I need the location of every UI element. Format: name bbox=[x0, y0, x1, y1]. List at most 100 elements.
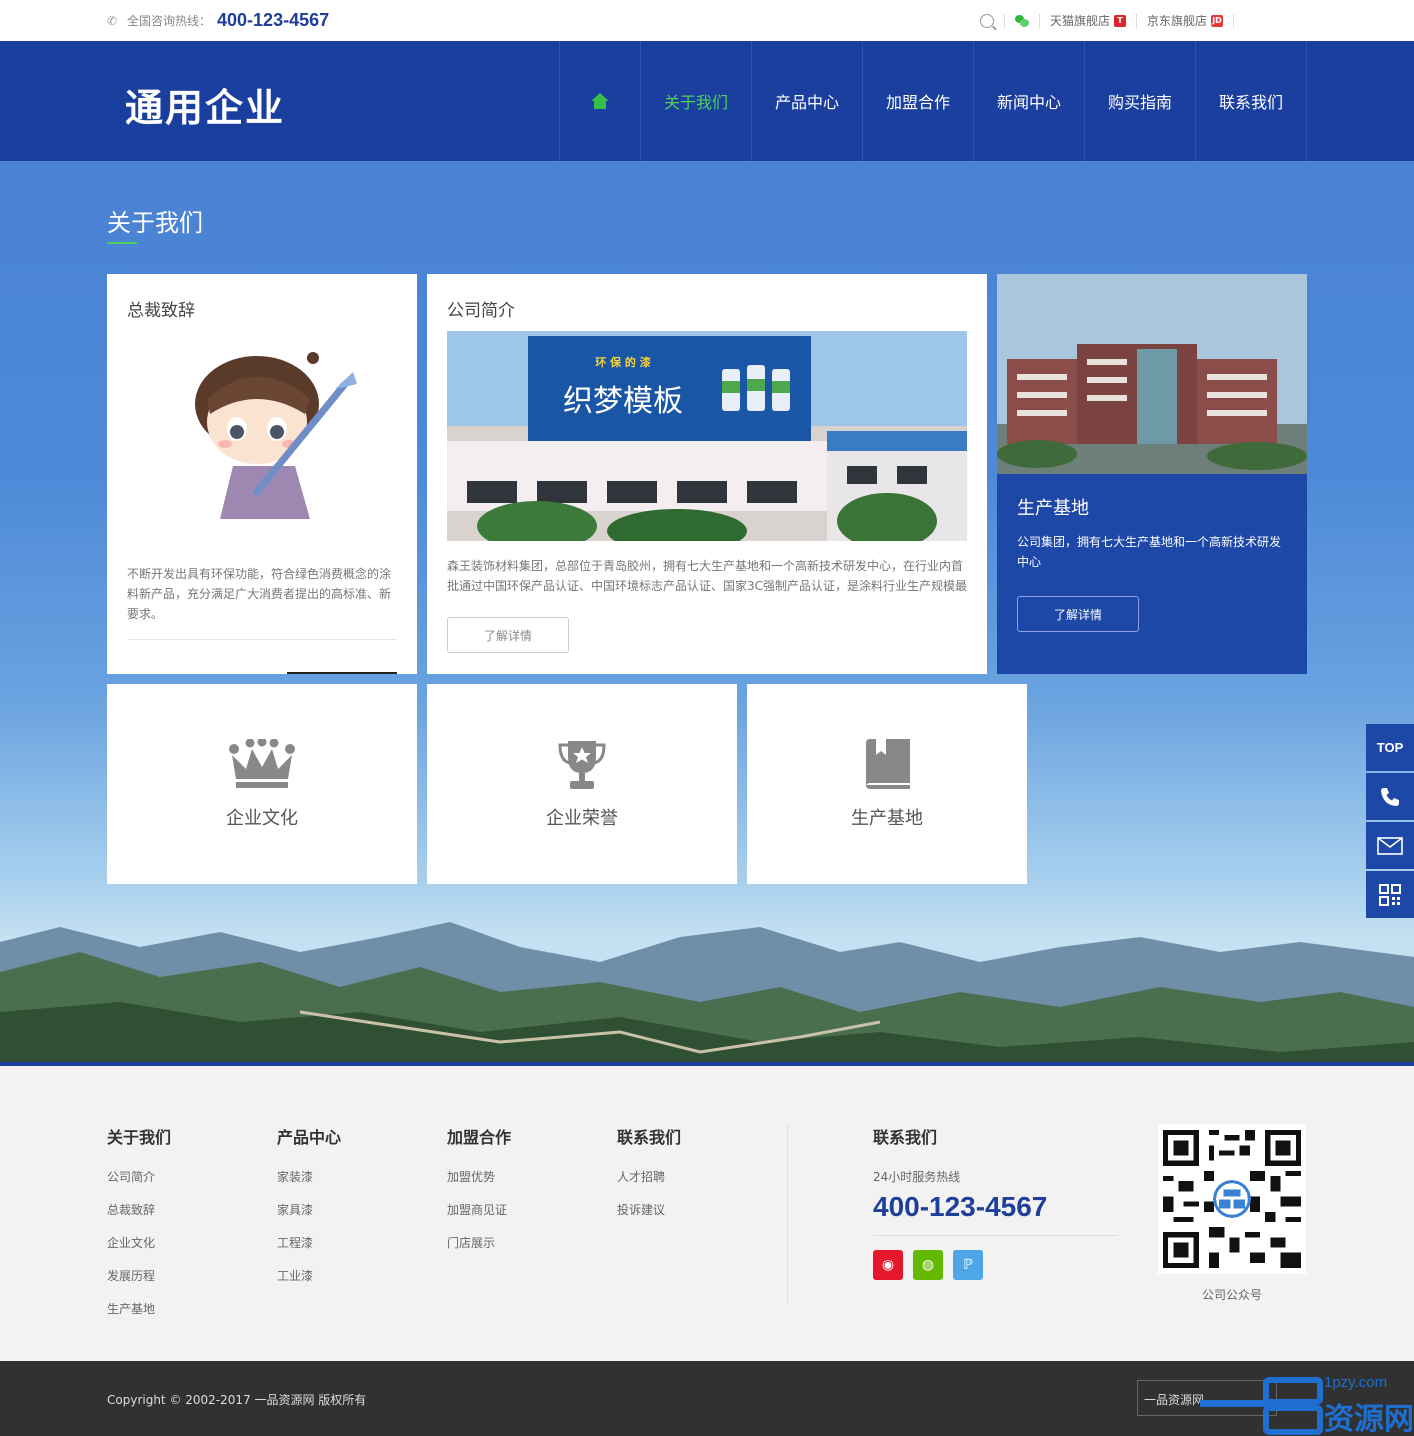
footer-col-products: 产品中心 家装漆 家具漆 工程漆 工业漆 bbox=[277, 1124, 341, 1300]
tmall-icon: T bbox=[1113, 14, 1126, 27]
base-icon-label: 生产基地 bbox=[851, 808, 923, 829]
weibo-icon[interactable]: ◉ bbox=[873, 1250, 903, 1280]
nav-products[interactable]: 产品中心 bbox=[752, 41, 863, 161]
jd-icon: JD bbox=[1211, 14, 1223, 27]
footer-col-title: 关于我们 bbox=[107, 1128, 172, 1147]
footer-link[interactable]: 家具漆 bbox=[277, 1201, 341, 1218]
qrcode-image bbox=[1158, 1124, 1306, 1274]
qrcode-button[interactable] bbox=[1366, 871, 1414, 918]
main-nav: 关于我们 产品中心 加盟合作 新闻中心 购买指南 联系我们 bbox=[559, 41, 1307, 161]
base-photo bbox=[997, 274, 1307, 474]
footer-col-title: 加盟合作 bbox=[447, 1128, 512, 1147]
qrcode-caption: 公司公众号 bbox=[1201, 1288, 1262, 1302]
wechat-icon[interactable]: ◍ bbox=[913, 1250, 943, 1280]
search-icon[interactable] bbox=[979, 13, 994, 28]
tmall-store-link[interactable]: 天猫旗舰店 T bbox=[1050, 12, 1126, 29]
honor-card[interactable]: 企业荣誉 bbox=[427, 684, 737, 884]
ceo-avatar-image bbox=[195, 352, 357, 519]
base-more-button[interactable]: 了解详情 bbox=[1017, 596, 1139, 632]
divider bbox=[873, 1235, 1118, 1236]
top-links: 天猫旗舰店 T 京东旗舰店 JD bbox=[979, 12, 1244, 29]
base-title: 生产基地 bbox=[1017, 498, 1089, 519]
phone-icon bbox=[1381, 787, 1399, 806]
footer-contact-title: 联系我们 bbox=[873, 1128, 938, 1147]
ceo-title: 总裁致辞 bbox=[127, 301, 195, 321]
company-intro-card: 公司简介 环 保 的 漆 织梦模板 森王装饰材料集团，总部位于青岛胶州，拥有七大… bbox=[427, 274, 987, 674]
banner-text: 环 保 的 漆 织梦模板 bbox=[528, 336, 718, 420]
footer-link[interactable]: 公司简介 bbox=[107, 1168, 171, 1185]
footer-col-title: 联系我们 bbox=[617, 1128, 682, 1147]
nav-home[interactable] bbox=[560, 41, 641, 161]
intro-title: 公司简介 bbox=[447, 301, 515, 321]
culture-card[interactable]: 企业文化 bbox=[107, 684, 417, 884]
footer-link[interactable]: 发展历程 bbox=[107, 1267, 171, 1284]
divider bbox=[127, 639, 397, 640]
email-button[interactable] bbox=[1366, 822, 1414, 869]
intro-text: 森王装饰材料集团，总部位于青岛胶州，拥有七大生产基地和一个高新技术研发中心，在行… bbox=[447, 559, 968, 593]
footer-col-title: 产品中心 bbox=[277, 1128, 342, 1147]
base-icon-card[interactable]: 生产基地 bbox=[747, 684, 1027, 884]
divider bbox=[1233, 13, 1234, 28]
banner-top-text: 环 保 的 漆 bbox=[595, 356, 651, 369]
footer-link[interactable]: 工程漆 bbox=[277, 1234, 341, 1251]
nav-guide[interactable]: 购买指南 bbox=[1085, 41, 1196, 161]
footer-link[interactable]: 加盟优势 bbox=[447, 1168, 511, 1185]
phone-icon: ✆ bbox=[107, 13, 118, 28]
watermark-logo: 1pzy.com 资源网 bbox=[1200, 1374, 1414, 1436]
copyright-text: Copyright © 2002-2017 一品资源网 版权所有 bbox=[107, 1393, 367, 1407]
honor-label: 企业荣誉 bbox=[546, 808, 618, 829]
banner-main-text: 织梦模板 bbox=[563, 384, 683, 419]
trophy-icon bbox=[558, 741, 606, 789]
logo[interactable]: 通用企业 bbox=[125, 77, 285, 132]
nav-contact[interactable]: 联系我们 bbox=[1196, 41, 1307, 161]
hotline-label: 全国咨询热线： bbox=[127, 14, 212, 28]
footer-link[interactable]: 人才招聘 bbox=[617, 1168, 681, 1185]
footer-link[interactable]: 门店展示 bbox=[447, 1234, 511, 1251]
footer-contact: 联系我们 24小时服务热线 400-123-4567 ◉ ◍ ℙ bbox=[873, 1124, 1118, 1280]
ceo-text: 不断开发出具有环保功能，符合绿色消费概念的涂料新产品，充分满足广大消费者提出的高… bbox=[127, 567, 392, 621]
footer-link[interactable]: 加盟商见证 bbox=[447, 1201, 511, 1218]
top-bar: ✆ 全国咨询热线： 400-123-4567 天猫旗舰店 T 京东旗舰店 JD bbox=[0, 0, 1414, 41]
intro-more-button[interactable]: 了解详情 bbox=[447, 617, 569, 653]
wechat-icon[interactable] bbox=[1014, 14, 1029, 27]
phone-button[interactable] bbox=[1366, 773, 1414, 820]
footer-link[interactable]: 家装漆 bbox=[277, 1168, 341, 1185]
divider bbox=[787, 1124, 788, 1304]
base-text: 公司集团，拥有七大生产基地和一个高新技术研发中心 bbox=[1017, 535, 1282, 569]
jd-store-link[interactable]: 京东旗舰店 JD bbox=[1147, 12, 1223, 29]
divider bbox=[1038, 13, 1040, 28]
footer-col-about: 关于我们 公司简介 总裁致辞 企业文化 发展历程 生产基地 bbox=[107, 1124, 171, 1333]
service-phone: 400-123-4567 bbox=[873, 1191, 1048, 1222]
back-to-top-button[interactable]: TOP bbox=[1366, 724, 1414, 771]
footer-link[interactable]: 企业文化 bbox=[107, 1234, 171, 1251]
mail-icon bbox=[1377, 836, 1403, 855]
footer-link[interactable]: 工业漆 bbox=[277, 1267, 341, 1284]
footer-link[interactable]: 总裁致辞 bbox=[107, 1201, 171, 1218]
watermark-url: 1pzy.com bbox=[1324, 1374, 1388, 1391]
footer-col-franchise: 加盟合作 加盟优势 加盟商见证 门店展示 bbox=[447, 1124, 511, 1267]
qq-icon[interactable]: ℙ bbox=[953, 1250, 983, 1280]
jd-store-label: 京东旗舰店 bbox=[1146, 14, 1207, 28]
hotline: ✆ 全国咨询热线： 400-123-4567 bbox=[107, 10, 329, 31]
culture-label: 企业文化 bbox=[226, 808, 298, 829]
section-title: 关于我们 bbox=[107, 203, 203, 244]
divider bbox=[287, 672, 397, 674]
home-icon bbox=[591, 93, 609, 109]
divider bbox=[1135, 13, 1137, 28]
footer-link[interactable]: 生产基地 bbox=[107, 1300, 171, 1317]
book-icon bbox=[866, 739, 910, 789]
side-toolbar: TOP bbox=[1366, 724, 1414, 920]
crown-icon bbox=[229, 739, 295, 788]
nav-about[interactable]: 关于我们 bbox=[641, 41, 752, 161]
header: 通用企业 关于我们 产品中心 加盟合作 新闻中心 购买指南 联系我们 bbox=[0, 41, 1414, 161]
tmall-store-label: 天猫旗舰店 bbox=[1049, 14, 1110, 28]
footer-link[interactable]: 投诉建议 bbox=[617, 1201, 681, 1218]
service-label: 24小时服务热线 bbox=[873, 1170, 961, 1184]
nav-franchise[interactable]: 加盟合作 bbox=[863, 41, 974, 161]
qrcode-icon bbox=[1379, 883, 1401, 906]
footer-col-contact: 联系我们 人才招聘 投诉建议 bbox=[617, 1124, 681, 1234]
watermark-text: 资源网 bbox=[1324, 1402, 1414, 1436]
nav-news[interactable]: 新闻中心 bbox=[974, 41, 1085, 161]
about-section: 关于我们 总裁致辞 不断开发出具有环保功能，符合绿色消费概念的涂料新产品，充分满… bbox=[0, 161, 1414, 1062]
footer: 关于我们 公司简介 总裁致辞 企业文化 发展历程 生产基地 产品中心 家装漆 家… bbox=[0, 1062, 1414, 1361]
